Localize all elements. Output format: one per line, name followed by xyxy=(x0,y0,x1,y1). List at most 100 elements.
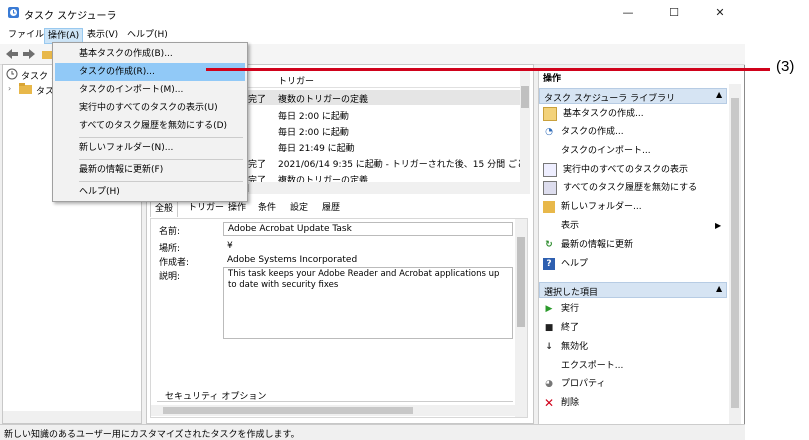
action-create-basic-task[interactable]: 基本タスクの作成... xyxy=(543,105,644,123)
menu-separator xyxy=(79,137,243,138)
task-row-selected[interactable]: 完了 複数のトリガーの定義 xyxy=(248,90,520,105)
maximize-button[interactable]: ☐ xyxy=(651,0,697,26)
detail-hscroll-thumb[interactable] xyxy=(163,407,413,414)
detail-tabs: 全般 トリガー 操作 条件 設定 履歴 xyxy=(150,200,520,218)
action-end[interactable]: ■ 終了 xyxy=(543,319,579,337)
action-disable-history[interactable]: すべてのタスク履歴を無効にする xyxy=(543,179,697,197)
tab-conditions[interactable]: 条件 xyxy=(254,200,280,216)
description-field[interactable]: This task keeps your Adobe Reader and Ac… xyxy=(223,267,513,339)
minimize-button[interactable]: — xyxy=(605,0,651,26)
actions-scroll-thumb[interactable] xyxy=(731,98,739,408)
column-header-trigger[interactable]: トリガー xyxy=(278,74,314,87)
tab-triggers[interactable]: トリガー xyxy=(184,200,228,216)
action-delete[interactable]: ✕ 削除 xyxy=(543,394,579,412)
task-trigger: 毎日 2:00 に起動 xyxy=(278,112,349,122)
section-library-label: タスク スケジューラ ライブラリ xyxy=(544,94,676,104)
status-text: 新しい知識のあるユーザー用にカスタマイズされたタスクを作成します。 xyxy=(4,430,300,440)
folder-icon[interactable] xyxy=(42,48,52,60)
action-label: 新しいフォルダー... xyxy=(561,202,642,212)
action-view[interactable]: 表示 ▶ xyxy=(543,217,725,235)
action-new-folder[interactable]: 新しいフォルダー... xyxy=(543,198,642,216)
action-show-running[interactable]: 実行中のすべてのタスクの表示 xyxy=(543,161,688,179)
detail-hscrollbar[interactable] xyxy=(151,405,515,416)
task-row[interactable]: 完了 2021/06/14 9:35 に起動 - トリガーされた後、15 分間 … xyxy=(248,155,520,170)
author-label: 作成者: xyxy=(159,258,190,268)
annotation-line xyxy=(206,68,770,71)
blank-icon xyxy=(543,220,555,232)
refresh-icon: ↻ xyxy=(545,239,553,250)
tab-general[interactable]: 全般 xyxy=(150,200,179,217)
collapse-up-icon[interactable]: ▲ xyxy=(716,90,722,99)
menu-item-show-running[interactable]: 実行中のすべてのタスクの表示(U) xyxy=(55,99,245,117)
submenu-arrow-icon: ▶ xyxy=(715,221,722,230)
collapse-up-icon[interactable]: ▲ xyxy=(716,284,722,293)
forward-arrow-icon[interactable] xyxy=(22,48,36,60)
header-divider xyxy=(248,87,520,88)
security-divider xyxy=(157,401,513,402)
menu-item-refresh[interactable]: 最新の情報に更新(F) xyxy=(55,161,245,179)
annotation-label: (3) xyxy=(776,58,795,75)
down-arrow-icon: ↓ xyxy=(545,341,553,352)
action-create-task[interactable]: ◔ タスクの作成... xyxy=(543,123,624,141)
menu-help[interactable]: ヘルプ(H) xyxy=(124,28,171,42)
detail-scroll-thumb[interactable] xyxy=(517,237,525,327)
window-title: タスク スケジューラ xyxy=(24,11,117,22)
action-label: 実行 xyxy=(561,304,580,314)
tab-history[interactable]: 履歴 xyxy=(318,200,344,216)
back-arrow-icon[interactable] xyxy=(5,48,19,60)
menu-item-create-basic-task[interactable]: 基本タスクの作成(B)... xyxy=(55,45,245,63)
action-label: 実行中のすべてのタスクの表示 xyxy=(563,165,689,175)
general-detail-panel: 名前: Adobe Acrobat Update Task 場所: ¥ 作成者:… xyxy=(150,218,528,418)
action-help[interactable]: ? ヘルプ xyxy=(543,255,588,273)
close-button[interactable]: ✕ xyxy=(697,0,743,26)
action-label: タスクの作成... xyxy=(561,127,624,137)
task-list-scrollbar[interactable] xyxy=(520,70,530,194)
task-status: 完了 xyxy=(248,95,267,105)
menu-item-disable-history[interactable]: すべてのタスク履歴を無効にする(D) xyxy=(55,117,245,135)
actions-pane-title: 操作 xyxy=(543,74,562,84)
action-label: 終了 xyxy=(561,323,580,333)
menu-item-import-task[interactable]: タスクのインポート(M)... xyxy=(55,81,245,99)
action-properties[interactable]: ◕ プロパティ xyxy=(543,375,605,393)
expand-chevron-icon[interactable]: › xyxy=(8,84,11,93)
task-trigger: 2021/06/14 9:35 に起動 - トリガーされた後、15 分間 ごとに… xyxy=(278,160,520,170)
action-run[interactable]: ▶ 実行 xyxy=(543,300,579,318)
scroll-thumb[interactable] xyxy=(521,86,529,108)
section-selected-label: 選択した項目 xyxy=(544,288,599,298)
location-value: ¥ xyxy=(227,241,233,251)
menu-item-create-task[interactable]: タスクの作成(R)... xyxy=(55,63,245,81)
tree-horizontal-scrollbar[interactable] xyxy=(3,411,141,423)
action-export[interactable]: エクスポート... xyxy=(543,357,623,375)
help-icon: ? xyxy=(543,257,555,270)
new-folder-icon xyxy=(543,200,555,213)
description-label: 説明: xyxy=(159,272,181,282)
tab-actions[interactable]: 操作 xyxy=(224,200,250,216)
action-label: すべてのタスク履歴を無効にする xyxy=(563,183,698,193)
task-trigger: 毎日 21:49 に起動 xyxy=(278,144,355,154)
action-disable[interactable]: ↓ 無効化 xyxy=(543,338,588,356)
actions-scrollbar[interactable] xyxy=(729,84,741,424)
detail-scrollbar[interactable] xyxy=(515,219,527,417)
menu-item-new-folder[interactable]: 新しいフォルダー(N)... xyxy=(55,139,245,157)
task-row[interactable]: 毎日 2:00 に起動 xyxy=(248,107,520,122)
status-bar: 新しい知識のあるユーザー用にカスタマイズされたタスクを作成します。 xyxy=(0,424,745,440)
menu-view[interactable]: 表示(V) xyxy=(84,28,121,42)
action-label: 最新の情報に更新 xyxy=(561,240,634,250)
action-label: 基本タスクの作成... xyxy=(563,109,644,119)
menu-separator xyxy=(79,181,243,182)
history-icon xyxy=(543,180,557,195)
task-row[interactable]: 毎日 21:49 に起動 xyxy=(248,139,520,154)
tab-settings[interactable]: 設定 xyxy=(286,200,312,216)
stop-icon: ■ xyxy=(544,322,554,333)
scheduler-clock-icon xyxy=(6,68,18,80)
section-header-library[interactable]: タスク スケジューラ ライブラリ ▲ xyxy=(539,88,727,104)
running-list-icon xyxy=(543,162,557,177)
menu-item-help[interactable]: ヘルプ(H) xyxy=(55,183,245,201)
action-label: エクスポート... xyxy=(561,361,624,371)
task-row[interactable]: 毎日 2:00 に起動 xyxy=(248,123,520,138)
action-refresh[interactable]: ↻ 最新の情報に更新 xyxy=(543,236,633,254)
section-header-selected[interactable]: 選択した項目 ▲ xyxy=(539,282,727,298)
name-field[interactable]: Adobe Acrobat Update Task xyxy=(223,222,513,236)
action-import-task[interactable]: タスクのインポート... xyxy=(543,142,651,160)
action-label: 無効化 xyxy=(561,342,589,352)
